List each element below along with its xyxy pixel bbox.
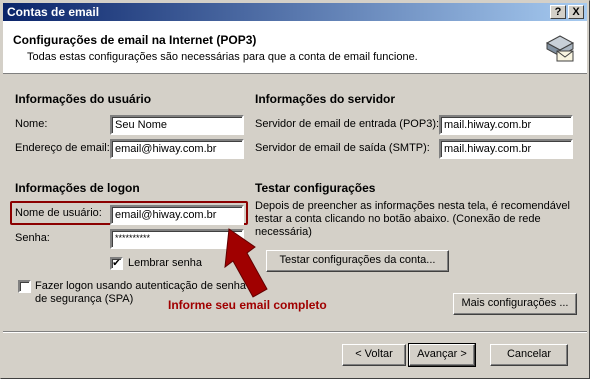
window-title: Contas de email	[7, 5, 100, 19]
spa-label-line2: de segurança (SPA)	[35, 293, 134, 305]
spa-checkbox[interactable]	[18, 280, 31, 293]
name-label: Nome:	[15, 118, 48, 130]
user-info-heading: Informações do usuário	[15, 92, 152, 106]
bottom-divider	[3, 331, 587, 333]
test-settings-heading: Testar configurações	[255, 181, 376, 195]
incoming-server-field[interactable]: mail.hiway.com.br	[439, 115, 573, 135]
remember-password-checkbox[interactable]: ✔	[110, 257, 123, 270]
next-button[interactable]: Avançar >	[408, 343, 476, 367]
header-title: Configurações de email na Internet (POP3…	[13, 33, 257, 47]
email-label: Endereço de email:	[15, 142, 110, 154]
title-bar[interactable]: Contas de email ? X	[3, 3, 587, 21]
annotation-text: Informe seu email completo	[168, 298, 327, 312]
email-accounts-dialog: Contas de email ? X Configurações de ema…	[0, 0, 590, 379]
password-label: Senha:	[15, 232, 50, 244]
email-field[interactable]: email@hiway.com.br	[110, 139, 244, 159]
logon-info-heading: Informações de logon	[15, 181, 140, 195]
name-field[interactable]: Seu Nome	[110, 115, 244, 135]
more-settings-button[interactable]: Mais configurações ...	[453, 293, 577, 315]
username-label: Nome de usuário:	[15, 207, 102, 219]
username-field[interactable]: email@hiway.com.br	[110, 205, 244, 225]
test-description: Depois de preencher as informações nesta…	[255, 200, 570, 238]
header-subtitle: Todas estas configurações são necessária…	[27, 51, 418, 63]
test-account-button[interactable]: Testar configurações da conta...	[266, 250, 449, 272]
server-info-heading: Informações do servidor	[255, 92, 396, 106]
close-button[interactable]: X	[568, 5, 584, 19]
incoming-server-label: Servidor de email de entrada (POP3):	[255, 118, 440, 130]
cancel-button[interactable]: Cancelar	[490, 344, 568, 366]
outgoing-server-field[interactable]: mail.hiway.com.br	[439, 139, 573, 159]
mail-server-icon	[545, 35, 575, 62]
outgoing-server-label: Servidor de email de saída (SMTP):	[255, 142, 430, 154]
dialog-header: Configurações de email na Internet (POP3…	[3, 21, 587, 74]
remember-password-label: Lembrar senha	[128, 257, 202, 269]
help-button[interactable]: ?	[550, 5, 566, 19]
back-button[interactable]: < Voltar	[342, 344, 406, 366]
